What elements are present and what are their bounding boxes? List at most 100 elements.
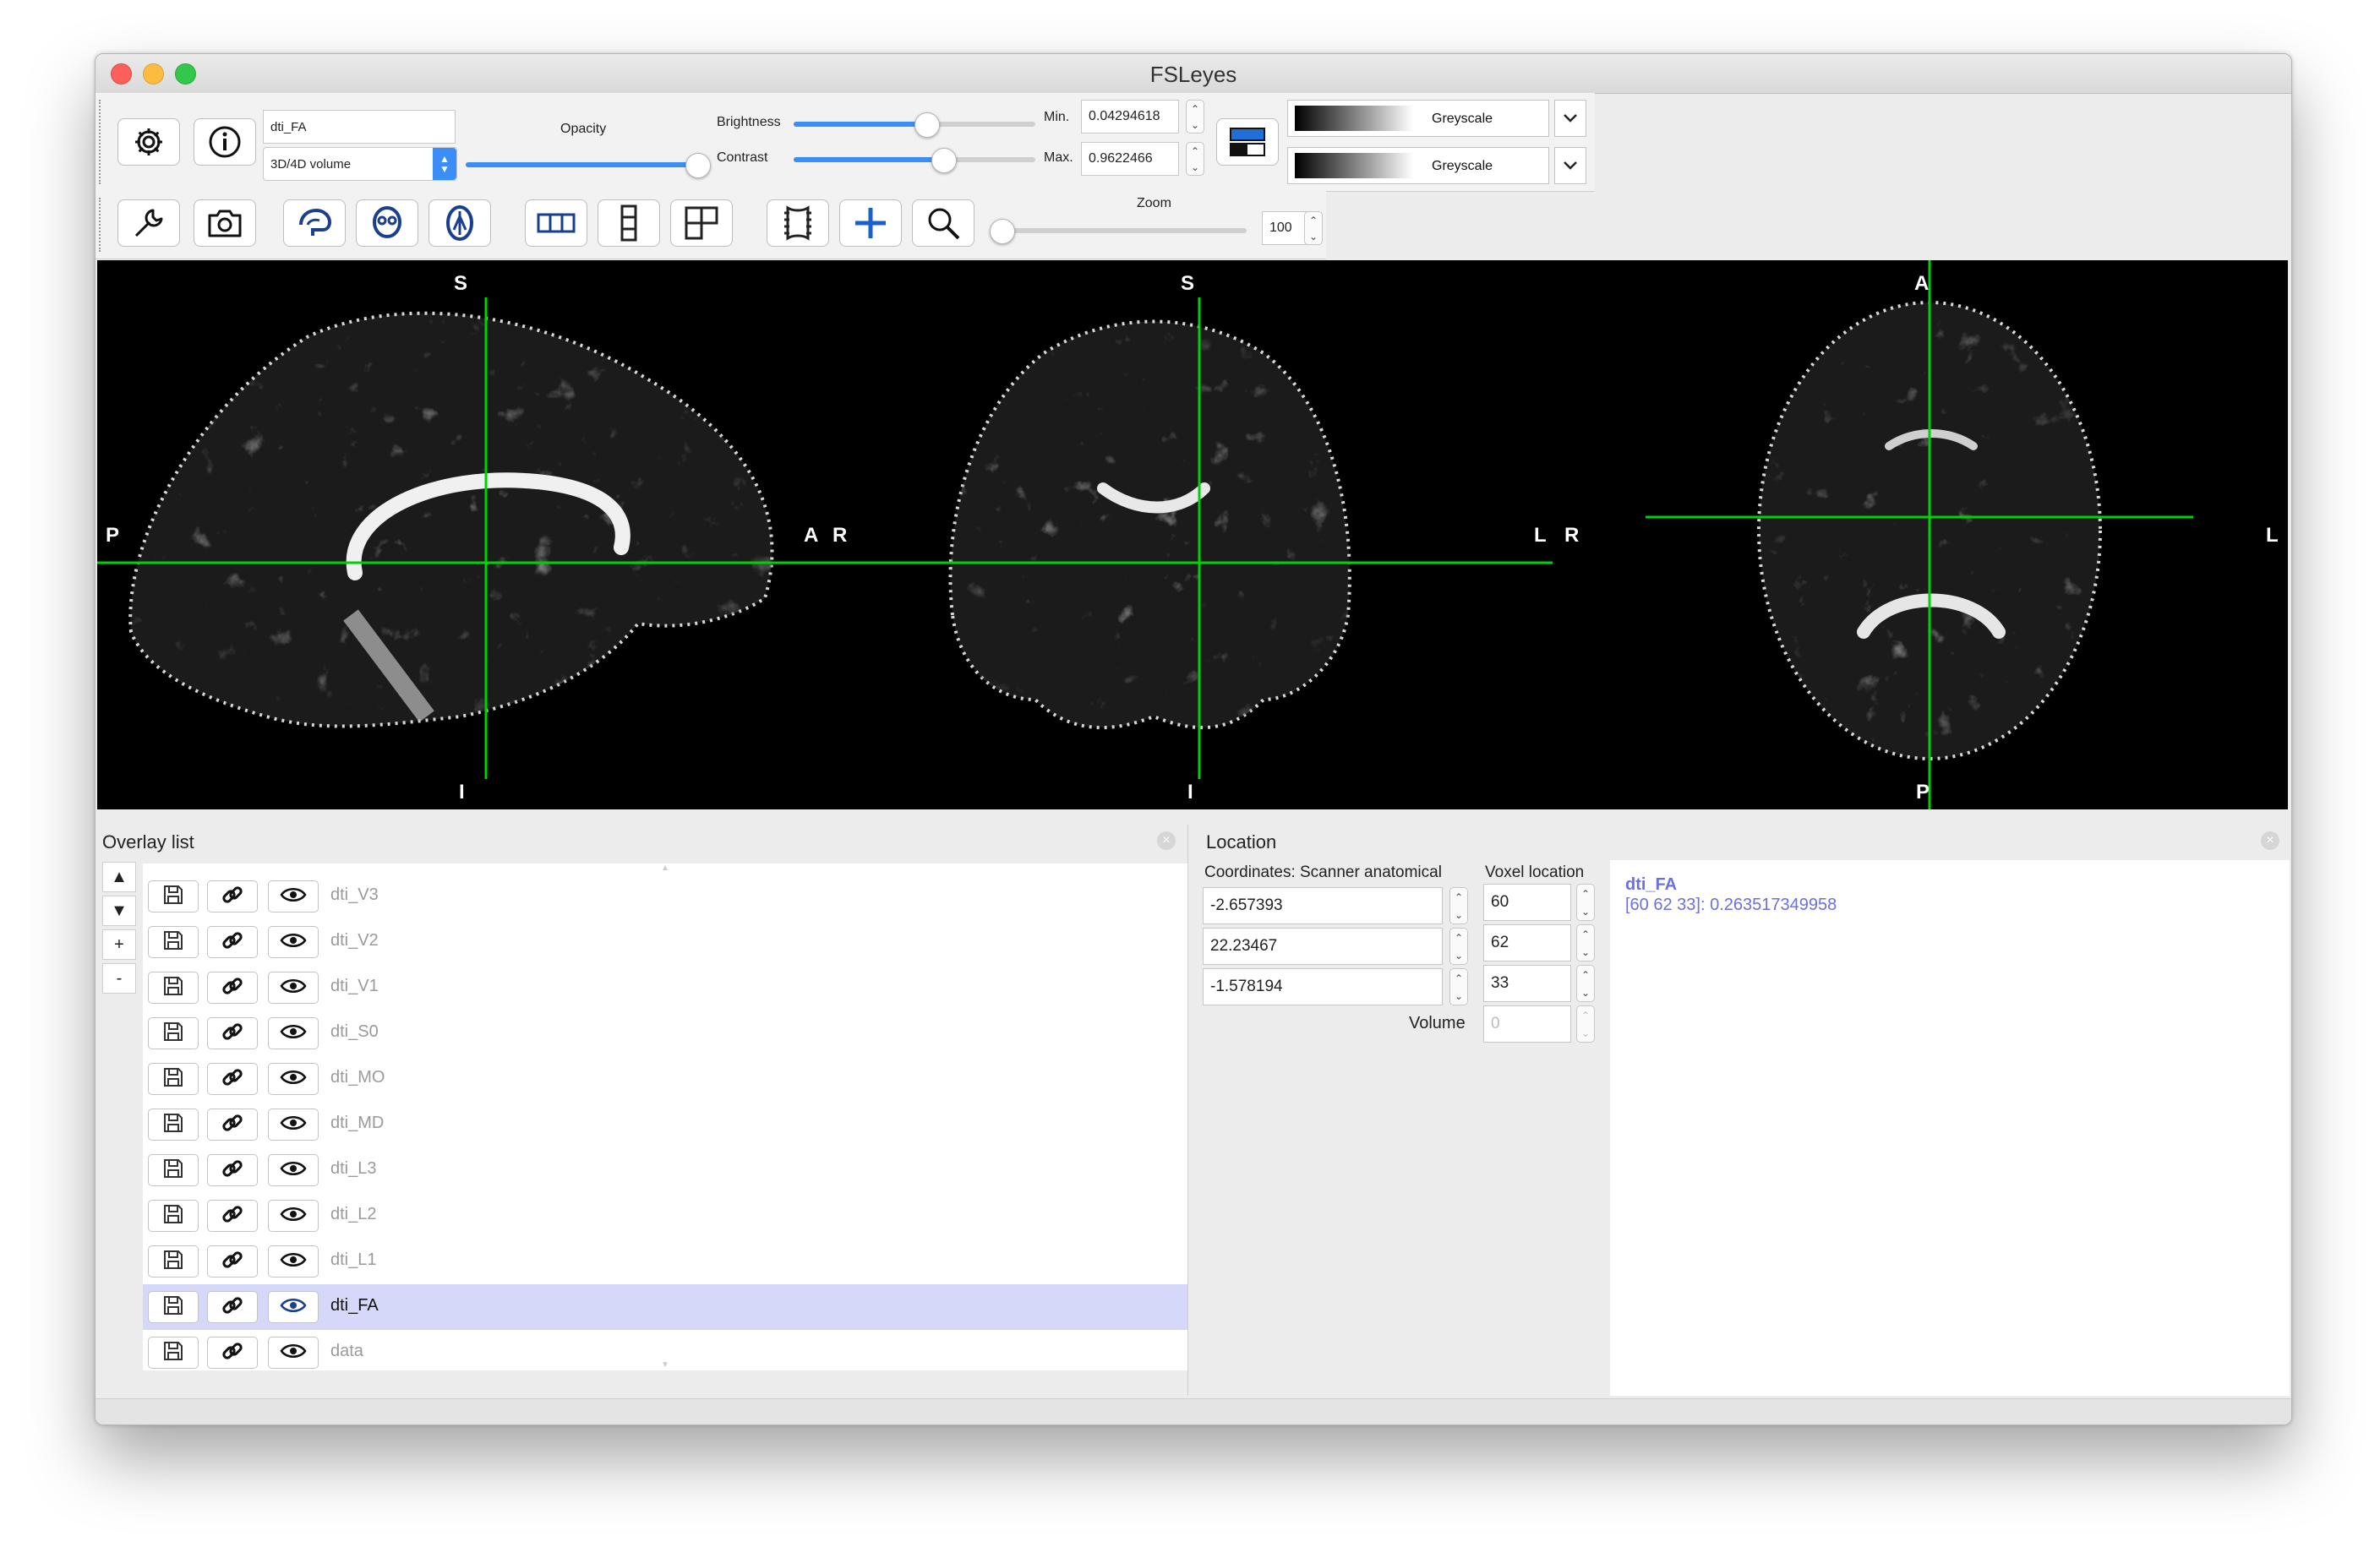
toggle-visibility-button[interactable] bbox=[268, 1154, 319, 1186]
save-overlay-button[interactable] bbox=[148, 926, 199, 958]
zoom-stepper[interactable]: ⌃ ⌄ bbox=[1304, 211, 1323, 245]
link-overlay-button[interactable] bbox=[207, 880, 258, 912]
save-overlay-button[interactable] bbox=[148, 880, 199, 912]
coord-z-field[interactable]: -1.578194 bbox=[1203, 968, 1443, 1005]
zoom-slider[interactable] bbox=[990, 219, 1247, 244]
colormap-secondary-dropdown[interactable] bbox=[1554, 147, 1586, 184]
add-overlay-button[interactable]: + bbox=[102, 929, 136, 960]
scroll-up-indicator[interactable]: ▲ bbox=[143, 863, 1187, 874]
opacity-slider[interactable] bbox=[466, 153, 712, 178]
brightness-slider[interactable] bbox=[794, 112, 1035, 138]
volume-field[interactable]: 0 bbox=[1483, 1005, 1571, 1043]
toggle-coronal-button[interactable] bbox=[356, 199, 418, 247]
link-overlay-button[interactable] bbox=[207, 1200, 258, 1232]
save-overlay-button[interactable] bbox=[148, 1154, 199, 1186]
link-overlay-button[interactable] bbox=[207, 1017, 258, 1049]
voxel-z-field[interactable]: 33 bbox=[1483, 965, 1571, 1002]
brightness-slider-thumb[interactable] bbox=[914, 112, 941, 138]
max-value-field[interactable]: 0.9622466 bbox=[1081, 142, 1179, 176]
vertical-layout-button[interactable] bbox=[598, 199, 660, 247]
horizontal-layout-button[interactable] bbox=[525, 199, 587, 247]
colormap-select-secondary[interactable]: Greyscale bbox=[1287, 147, 1549, 184]
invert-colormap-button[interactable] bbox=[1216, 118, 1279, 166]
save-overlay-button[interactable] bbox=[148, 1245, 199, 1277]
save-overlay-button[interactable] bbox=[148, 1063, 199, 1095]
overlay-list-item[interactable]: dti_V1 bbox=[143, 965, 1187, 1011]
ortho-viewer[interactable]: S I P A S I R L A P R L bbox=[97, 260, 2288, 809]
link-overlay-button[interactable] bbox=[207, 1245, 258, 1277]
overlay-type-select[interactable]: 3D/4D volume ▲ ▼ bbox=[263, 147, 457, 181]
remove-overlay-button[interactable]: - bbox=[102, 963, 136, 994]
link-overlay-button[interactable] bbox=[207, 926, 258, 958]
link-overlay-button[interactable] bbox=[207, 1291, 258, 1323]
movie-mode-button[interactable] bbox=[767, 199, 829, 247]
link-overlay-button[interactable] bbox=[207, 1063, 258, 1095]
overlay-list-item[interactable]: dti_S0 bbox=[143, 1011, 1187, 1056]
save-overlay-button[interactable] bbox=[148, 1291, 199, 1323]
toggle-visibility-button[interactable] bbox=[268, 1109, 319, 1141]
toggle-visibility-button[interactable] bbox=[268, 1245, 319, 1277]
min-value-stepper[interactable]: ⌃ ⌄ bbox=[1186, 100, 1204, 133]
move-overlay-down-button[interactable]: ▼ bbox=[102, 896, 136, 926]
toggle-visibility-button[interactable] bbox=[268, 1063, 319, 1095]
toggle-cursor-button[interactable] bbox=[839, 199, 902, 247]
contrast-slider[interactable] bbox=[794, 148, 1035, 173]
voxel-y-stepper[interactable]: ⌃ ⌄ bbox=[1576, 924, 1595, 961]
overlay-list-item[interactable]: dti_FA bbox=[143, 1284, 1187, 1330]
grid-layout-button[interactable] bbox=[670, 199, 733, 247]
brain-slices-canvas[interactable] bbox=[97, 260, 2288, 809]
coord-x-field[interactable]: -2.657393 bbox=[1203, 887, 1443, 924]
toggle-visibility-button[interactable] bbox=[268, 880, 319, 912]
toggle-visibility-button[interactable] bbox=[268, 1200, 319, 1232]
toggle-visibility-button[interactable] bbox=[268, 972, 319, 1004]
opacity-slider-thumb[interactable] bbox=[685, 153, 712, 178]
toggle-visibility-button[interactable] bbox=[268, 1017, 319, 1049]
coord-y-stepper[interactable]: ⌃ ⌄ bbox=[1449, 928, 1468, 965]
overlay-list-item[interactable]: dti_L1 bbox=[143, 1239, 1187, 1284]
sagittal-slice[interactable] bbox=[128, 311, 774, 728]
toggle-sagittal-button[interactable] bbox=[283, 199, 346, 247]
voxel-y-field[interactable]: 62 bbox=[1483, 924, 1571, 961]
overlay-info-button[interactable] bbox=[194, 118, 256, 166]
toggle-visibility-button[interactable] bbox=[268, 1291, 319, 1323]
coord-z-stepper[interactable]: ⌃ ⌄ bbox=[1449, 968, 1468, 1005]
close-panel-icon[interactable]: × bbox=[2261, 831, 2279, 850]
overlay-list-item[interactable]: dti_L3 bbox=[143, 1147, 1187, 1193]
overlay-name-field[interactable]: dti_FA bbox=[263, 110, 456, 144]
voxel-z-stepper[interactable]: ⌃ ⌄ bbox=[1576, 965, 1595, 1002]
scroll-down-indicator[interactable]: ▼ bbox=[143, 1360, 1187, 1370]
link-overlay-button[interactable] bbox=[207, 972, 258, 1004]
close-panel-icon[interactable]: × bbox=[1157, 831, 1176, 850]
toggle-axial-button[interactable] bbox=[429, 199, 491, 247]
toolbar-grip[interactable] bbox=[99, 198, 105, 252]
screenshot-button[interactable] bbox=[194, 199, 256, 247]
save-overlay-button[interactable] bbox=[148, 1017, 199, 1049]
overlay-list-item[interactable]: dti_MO bbox=[143, 1056, 1187, 1102]
colormap-select-primary[interactable]: Greyscale bbox=[1287, 100, 1549, 137]
toggle-visibility-button[interactable] bbox=[268, 926, 319, 958]
voxel-x-stepper[interactable]: ⌃ ⌄ bbox=[1576, 884, 1595, 921]
voxel-x-field[interactable]: 60 bbox=[1483, 884, 1571, 921]
min-value-field[interactable]: 0.04294618 bbox=[1081, 100, 1179, 133]
overlay-list-item[interactable]: dti_V2 bbox=[143, 919, 1187, 965]
zoom-slider-thumb[interactable] bbox=[990, 219, 1015, 244]
coord-y-field[interactable]: 22.23467 bbox=[1203, 928, 1443, 965]
save-overlay-button[interactable] bbox=[148, 1200, 199, 1232]
coord-x-stepper[interactable]: ⌃ ⌄ bbox=[1449, 887, 1468, 924]
contrast-slider-thumb[interactable] bbox=[931, 148, 958, 173]
overlay-list-item[interactable]: dti_MD bbox=[143, 1102, 1187, 1147]
colormap-primary-dropdown[interactable] bbox=[1554, 100, 1586, 137]
display-settings-button[interactable] bbox=[117, 118, 180, 166]
move-overlay-up-button[interactable]: ▲ bbox=[102, 862, 136, 892]
volume-stepper[interactable]: ⌃ ⌄ bbox=[1576, 1005, 1595, 1043]
link-overlay-button[interactable] bbox=[207, 1109, 258, 1141]
coronal-slice[interactable] bbox=[948, 319, 1351, 730]
toolbar-grip[interactable] bbox=[99, 100, 105, 184]
save-overlay-button[interactable] bbox=[148, 1109, 199, 1141]
overlay-list-item[interactable]: dti_L2 bbox=[143, 1193, 1187, 1239]
view-settings-button[interactable] bbox=[117, 199, 180, 247]
max-value-stepper[interactable]: ⌃ ⌄ bbox=[1186, 142, 1204, 176]
save-overlay-button[interactable] bbox=[148, 972, 199, 1004]
zoom-mode-button[interactable] bbox=[912, 199, 974, 247]
overlay-list-item[interactable]: dti_V3 bbox=[143, 874, 1187, 919]
